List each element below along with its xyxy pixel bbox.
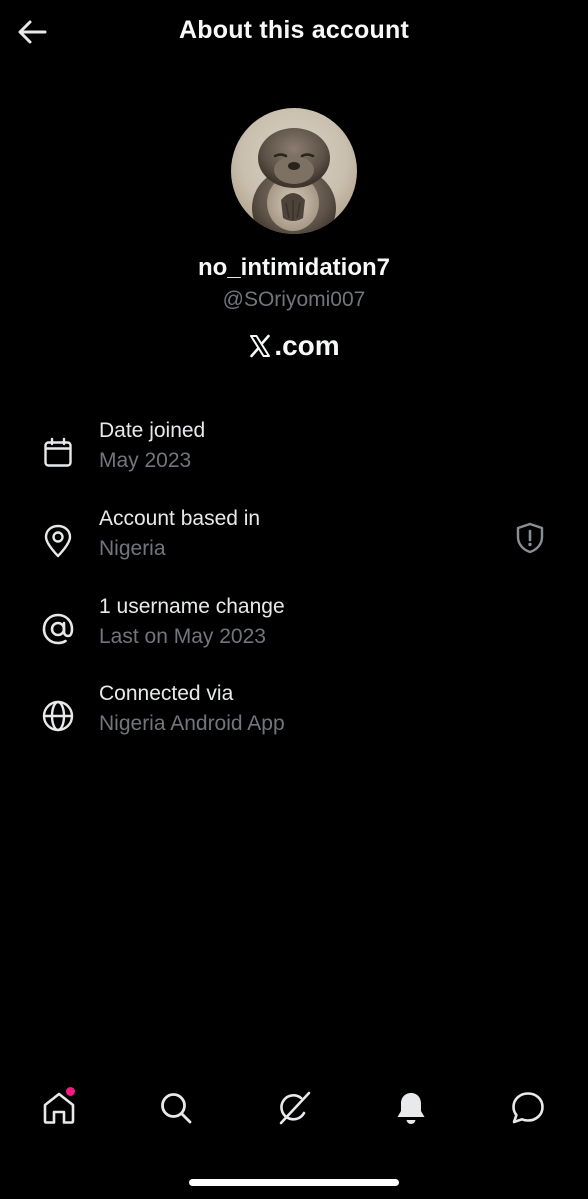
grok-icon: [279, 1091, 311, 1125]
shield-icon: [516, 522, 544, 554]
header: About this account: [0, 0, 588, 62]
nav-home[interactable]: [35, 1084, 83, 1132]
shield-info-button[interactable]: [510, 518, 550, 558]
info-row-value: Nigeria: [99, 537, 166, 560]
info-row-title: 1 username change: [99, 595, 285, 618]
info-row-value: Nigeria Android App: [99, 712, 285, 735]
x-logo-icon: [250, 334, 271, 358]
location-pin-icon: [44, 524, 72, 558]
about-account-screen: About this account no_intimidation7 @SOr…: [0, 0, 588, 1199]
info-row-username-change: 1 username change Last on May 2023: [0, 595, 588, 665]
calendar-icon: [44, 437, 72, 467]
bottom-navigation: [0, 1080, 588, 1140]
at-sign-icon: [42, 613, 74, 645]
info-row-date-joined: Date joined May 2023: [0, 419, 588, 489]
avatar[interactable]: [231, 108, 357, 234]
bell-icon: [397, 1093, 425, 1124]
verified-via-label: .com: [0, 330, 588, 362]
info-row-connected-via: Connected via Nigeria Android App: [0, 682, 588, 752]
info-row-account-based-in: Account based in Nigeria: [0, 507, 588, 577]
messages-icon: [512, 1092, 544, 1124]
page-title: About this account: [179, 16, 409, 44]
nav-grok[interactable]: [270, 1084, 318, 1132]
nav-search[interactable]: [152, 1084, 200, 1132]
info-row-value: Last on May 2023: [99, 625, 266, 648]
verified-via-text: .com: [274, 330, 340, 361]
info-row-title: Date joined: [99, 419, 206, 442]
search-icon: [161, 1093, 192, 1124]
globe-icon: [42, 700, 74, 732]
info-row-title: Connected via: [99, 682, 234, 705]
info-row-title: Account based in: [99, 507, 261, 530]
display-name: no_intimidation7: [198, 254, 390, 281]
avatar-image: [231, 108, 357, 234]
nav-messages[interactable]: [504, 1084, 552, 1132]
home-indicator-bar[interactable]: [189, 1179, 399, 1186]
notification-dot: [66, 1087, 75, 1096]
nav-notifications[interactable]: [387, 1084, 435, 1132]
info-row-value: May 2023: [99, 449, 192, 472]
account-handle: @SOriyomi007: [222, 288, 366, 311]
